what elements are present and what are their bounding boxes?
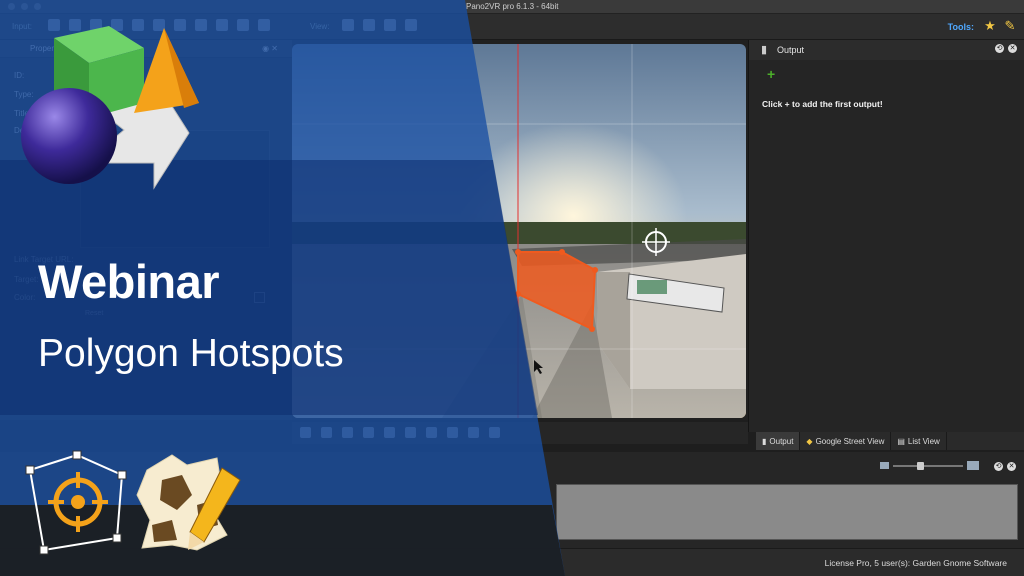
color-label: Color: [14, 293, 36, 302]
output-hint: Click + to add the first output! [762, 99, 883, 109]
tools-label: Tools: [947, 22, 974, 32]
webinar-subtitle: Polygon Hotspots [38, 332, 344, 375]
input-tool-icon[interactable] [216, 19, 228, 31]
trash-icon[interactable] [363, 19, 375, 31]
float-panel-icon[interactable]: ⟲ [995, 44, 1004, 53]
pano2vr-logo [21, 26, 199, 190]
large-image-icon [967, 461, 979, 470]
window-title: Pano2VR pro 6.1.3 - 64bit [466, 2, 559, 11]
panorama-viewport[interactable] [292, 40, 748, 420]
pin-icon[interactable] [321, 427, 332, 438]
eye-off-icon[interactable] [405, 19, 417, 31]
tab-list-view[interactable]: ▤ List View [891, 432, 947, 450]
crop-icon[interactable] [468, 427, 479, 438]
add-output-button[interactable]: + [767, 66, 775, 82]
output-panel: ▮ Output ⟲ ✕ + Click + to add the first … [748, 40, 1024, 432]
target-label: Target: [14, 275, 39, 284]
float-panel-icon[interactable]: ⟲ [994, 462, 1003, 471]
panorama-image[interactable] [292, 44, 746, 418]
small-image-icon [880, 462, 889, 469]
zoom-slider-knob[interactable] [917, 461, 924, 470]
tour-browser-list[interactable] [556, 484, 1018, 540]
tab-output[interactable]: ▮ Output [756, 432, 801, 450]
target-icon[interactable] [447, 427, 458, 438]
window-controls[interactable] [8, 3, 41, 10]
map-pencil-icon [136, 454, 241, 551]
hotspot-tool-icon[interactable] [342, 427, 353, 438]
title-bar: Pano2VR pro 6.1.3 - 64bit [0, 0, 1024, 14]
panel-close-icon[interactable]: ◉ ✕ [262, 44, 278, 53]
polygon-hotspot-icon [25, 450, 127, 555]
viewport-toolbar [292, 422, 748, 444]
compass-icon[interactable] [300, 427, 311, 438]
webinar-headline: Webinar [38, 255, 220, 308]
output-icon: ▮ [762, 436, 767, 446]
minimize-window-button[interactable] [21, 3, 28, 10]
output-header: ▮ Output ⟲ ✕ [749, 40, 1024, 60]
input-tool-icon[interactable] [258, 19, 270, 31]
tab-google-street-view[interactable]: ◆ Google Street View [800, 432, 892, 450]
thumbnail-zoom-slider[interactable] [880, 461, 979, 470]
close-panel-icon[interactable]: ✕ [1007, 462, 1016, 471]
reset-button[interactable]: Reset [85, 310, 103, 317]
street-view-icon: ◆ [806, 436, 813, 446]
output-tabs: ▮ Output ◆ Google Street View ▤ List Vie… [756, 432, 1024, 450]
image-icon[interactable] [426, 427, 437, 438]
filter-icon[interactable] [384, 427, 395, 438]
tab-output-label: Output [769, 436, 794, 446]
license-status: License Pro, 5 user(s): Garden Gnome Sof… [824, 558, 1007, 568]
close-panel-icon[interactable]: ✕ [1008, 44, 1017, 53]
polygon-tool-icon[interactable] [405, 427, 416, 438]
zoom-window-button[interactable] [34, 3, 41, 10]
eraser-tool-icon[interactable]: ✎ [1002, 18, 1018, 34]
close-window-button[interactable] [8, 3, 15, 10]
view-label: View: [310, 22, 330, 31]
tab-street-view-label: Google Street View [815, 436, 885, 446]
eye-icon[interactable] [384, 19, 396, 31]
feature-icons [25, 450, 241, 555]
input-tool-icon[interactable] [237, 19, 249, 31]
star-tool-icon[interactable]: ★ [982, 18, 998, 34]
list-view-icon: ▤ [897, 436, 905, 446]
view-tools [342, 19, 417, 31]
tab-list-view-label: List View [907, 436, 940, 446]
binoculars-icon[interactable] [342, 19, 354, 31]
measure-icon[interactable] [363, 427, 374, 438]
output-icon: ▮ [761, 44, 768, 56]
output-title: Output [777, 45, 805, 55]
fullscreen-icon[interactable] [489, 427, 500, 438]
color-swatch[interactable] [254, 292, 265, 303]
